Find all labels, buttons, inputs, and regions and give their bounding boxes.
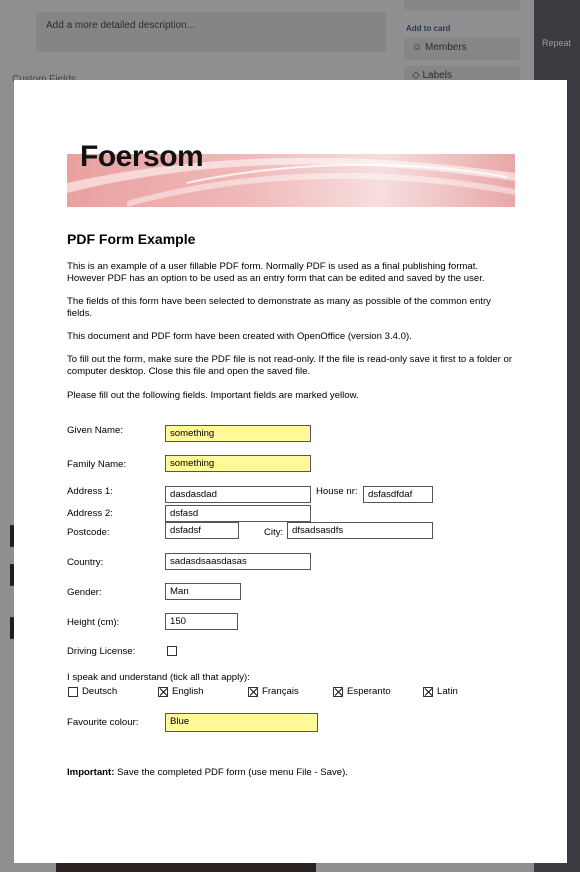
francais-label: Français: [262, 686, 299, 697]
driving-license-label: Driving License:: [67, 646, 136, 657]
gender-select[interactable]: Man: [165, 583, 241, 600]
address1-label: Address 1:: [67, 486, 113, 497]
join-button[interactable]: Join: [404, 0, 520, 10]
height-label: Height (cm):: [67, 617, 120, 628]
paragraph-fields: The fields of this form have been select…: [67, 296, 491, 319]
esperanto-label: Esperanto: [347, 686, 391, 697]
paragraph-instructions: To fill out the form, make sure the PDF …: [67, 354, 513, 377]
address1-field[interactable]: dasdasdad: [165, 486, 311, 503]
height-field[interactable]: 150: [165, 613, 238, 630]
deutsch-checkbox[interactable]: [68, 687, 78, 697]
paragraph-intro: This is an example of a user fillable PD…: [67, 261, 485, 284]
city-label: City:: [264, 527, 284, 538]
favourite-colour-label: Favourite colour:: [67, 717, 139, 728]
languages-label: I speak and understand (tick all that ap…: [67, 672, 250, 683]
address2-label: Address 2:: [67, 508, 113, 519]
foersom-logo: Foersom: [80, 140, 204, 173]
esperanto-checkbox[interactable]: [333, 687, 343, 697]
city-field[interactable]: dfsadsasdfs: [287, 522, 433, 539]
paragraph-created: This document and PDF form have been cre…: [67, 331, 412, 342]
important-text: Save the completed PDF form (use menu Fi…: [114, 767, 348, 778]
favourite-colour-select[interactable]: Blue: [165, 713, 318, 732]
postcode-label: Postcode:: [67, 527, 110, 538]
english-checkbox[interactable]: [158, 687, 168, 697]
country-field[interactable]: sadasdsaasdasas: [165, 553, 311, 570]
family-name-field[interactable]: something: [165, 455, 311, 472]
members-button[interactable]: ☺ Members: [404, 38, 520, 60]
important-note: Important: Save the completed PDF form (…: [67, 767, 348, 778]
given-name-label: Given Name:: [67, 425, 123, 436]
latin-checkbox[interactable]: [423, 687, 433, 697]
pdf-preview-modal: Foersom PDF Form Example This is an exam…: [14, 80, 567, 863]
deutsch-label: Deutsch: [82, 686, 118, 697]
address2-field[interactable]: dsfasd: [165, 505, 311, 522]
repeat-label: Repeat: [542, 38, 572, 48]
person-icon: ☺: [412, 42, 423, 53]
description-placeholder[interactable]: Add a more detailed description...: [36, 12, 386, 52]
members-label: Members: [425, 42, 467, 53]
country-label: Country:: [67, 557, 104, 568]
driving-license-checkbox[interactable]: [167, 646, 177, 656]
latin-label: Latin: [437, 686, 458, 697]
postcode-field[interactable]: dsfadsf: [165, 522, 239, 539]
add-to-card-heading: Add to card: [406, 24, 451, 33]
paragraph-fill-out: Please fill out the following fields. Im…: [67, 390, 359, 401]
house-nr-label: House nr:: [316, 486, 358, 497]
given-name-field[interactable]: something: [165, 425, 311, 442]
important-bold: Important:: [67, 767, 115, 778]
house-nr-field[interactable]: dsfasdfdaf: [363, 486, 433, 503]
gender-label: Gender:: [67, 587, 102, 598]
francais-checkbox[interactable]: [248, 687, 258, 697]
english-label: English: [172, 686, 204, 697]
document-title: PDF Form Example: [67, 231, 196, 247]
family-name-label: Family Name:: [67, 459, 127, 470]
